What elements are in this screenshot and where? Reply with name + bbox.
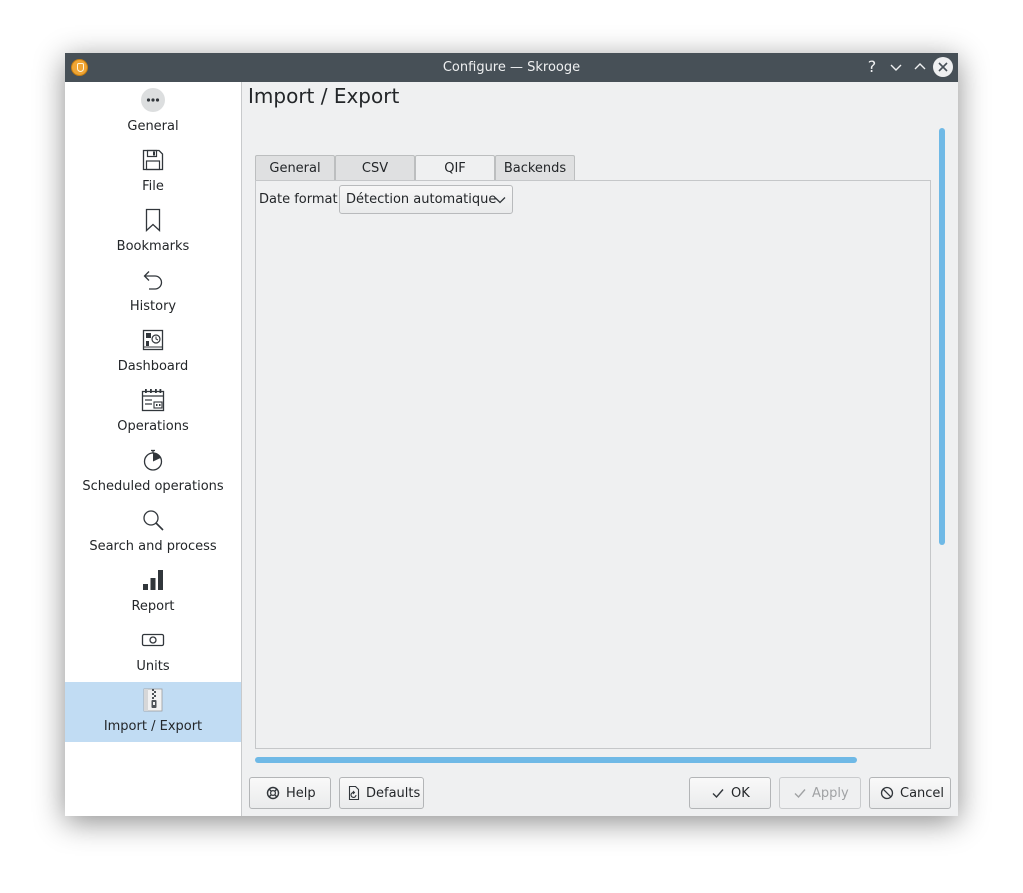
sidebar-item-label: Bookmarks	[116, 239, 190, 254]
sidebar-item-bookmarks[interactable]: Bookmarks	[65, 202, 241, 262]
bookmark-icon	[145, 208, 161, 232]
sidebar-item-label: Search and process	[89, 539, 217, 554]
floppy-save-icon	[142, 149, 164, 171]
window-title: Configure — Skrooge	[442, 60, 581, 75]
sidebar-item-units[interactable]: Units	[65, 622, 241, 682]
maximize-icon[interactable]	[911, 58, 929, 76]
date-format-select[interactable]: Détection automatique	[339, 185, 513, 214]
sidebar-item-dashboard[interactable]: Dashboard	[65, 322, 241, 382]
title-bar[interactable]: Configure — Skrooge ?	[65, 53, 958, 82]
timer-icon	[143, 449, 163, 471]
vertical-scrollbar[interactable]	[939, 128, 945, 545]
ok-button[interactable]: OK	[689, 777, 771, 809]
close-icon[interactable]	[933, 57, 953, 77]
lifebuoy-icon	[266, 786, 280, 800]
cancel-icon	[880, 786, 894, 800]
search-icon	[143, 510, 164, 531]
tab-qif[interactable]: QIF	[415, 155, 495, 181]
sidebar-item-label: Dashboard	[117, 359, 189, 374]
sidebar-item-import-export[interactable]: Import / Export	[65, 682, 241, 742]
sidebar-item-search-and-process[interactable]: Search and process	[65, 502, 241, 562]
chevron-down-icon	[494, 197, 506, 204]
ok-button-label: OK	[731, 786, 750, 801]
sidebar-item-history[interactable]: History	[65, 262, 241, 322]
sidebar-item-label: Import / Export	[103, 719, 203, 734]
apply-button[interactable]: Apply	[779, 777, 861, 809]
sidebar-item-label: Report	[131, 599, 175, 614]
dashboard-icon	[142, 329, 164, 351]
qif-tab-panel: Date format: Détection automatique	[255, 180, 931, 749]
sidebar-item-label: Units	[136, 659, 170, 674]
sidebar-item-general[interactable]: General	[65, 82, 241, 142]
defaults-button-label: Defaults	[366, 786, 421, 801]
settings-content: General CSV QIF Backends Date format: Dé…	[255, 155, 931, 749]
cancel-button-label: Cancel	[900, 786, 945, 801]
apply-button-label: Apply	[812, 786, 849, 801]
minimize-icon[interactable]	[887, 58, 905, 76]
cancel-button[interactable]: Cancel	[869, 777, 951, 809]
configure-dialog: Configure — Skrooge ? General File Bookm…	[65, 53, 958, 816]
tab-general[interactable]: General	[255, 155, 335, 180]
banknote-icon	[141, 633, 165, 647]
sidebar-item-label: History	[129, 299, 177, 314]
date-format-label: Date format:	[259, 192, 342, 207]
category-sidebar: General File Bookmarks History Dashboard…	[65, 82, 242, 816]
sidebar-item-file[interactable]: File	[65, 142, 241, 202]
bar-chart-icon	[143, 570, 163, 590]
sidebar-item-report[interactable]: Report	[65, 562, 241, 622]
more-dots-icon	[141, 88, 165, 112]
checkmark-icon	[794, 789, 806, 799]
help-button[interactable]: Help	[249, 777, 331, 809]
help-button-label: Help	[286, 786, 316, 801]
defaults-button[interactable]: Defaults	[339, 777, 424, 809]
checkmark-icon	[712, 789, 724, 799]
sidebar-item-operations[interactable]: Operations	[65, 382, 241, 442]
sidebar-item-scheduled-operations[interactable]: Scheduled operations	[65, 442, 241, 502]
tab-backends[interactable]: Backends	[495, 155, 575, 180]
date-format-value: Détection automatique	[346, 192, 497, 207]
document-revert-icon	[348, 786, 360, 800]
archive-zip-icon	[143, 688, 163, 712]
sidebar-item-label: File	[142, 179, 164, 194]
horizontal-scrollbar[interactable]	[255, 757, 857, 763]
operations-calendar-icon	[141, 389, 165, 412]
sidebar-item-label: General	[127, 119, 179, 134]
page-title: Import / Export	[248, 84, 400, 108]
sidebar-item-label: Operations	[117, 419, 189, 434]
help-icon[interactable]: ?	[863, 58, 881, 76]
undo-history-icon	[143, 271, 163, 290]
sidebar-item-label: Scheduled operations	[82, 479, 224, 494]
tab-csv[interactable]: CSV	[335, 155, 415, 180]
